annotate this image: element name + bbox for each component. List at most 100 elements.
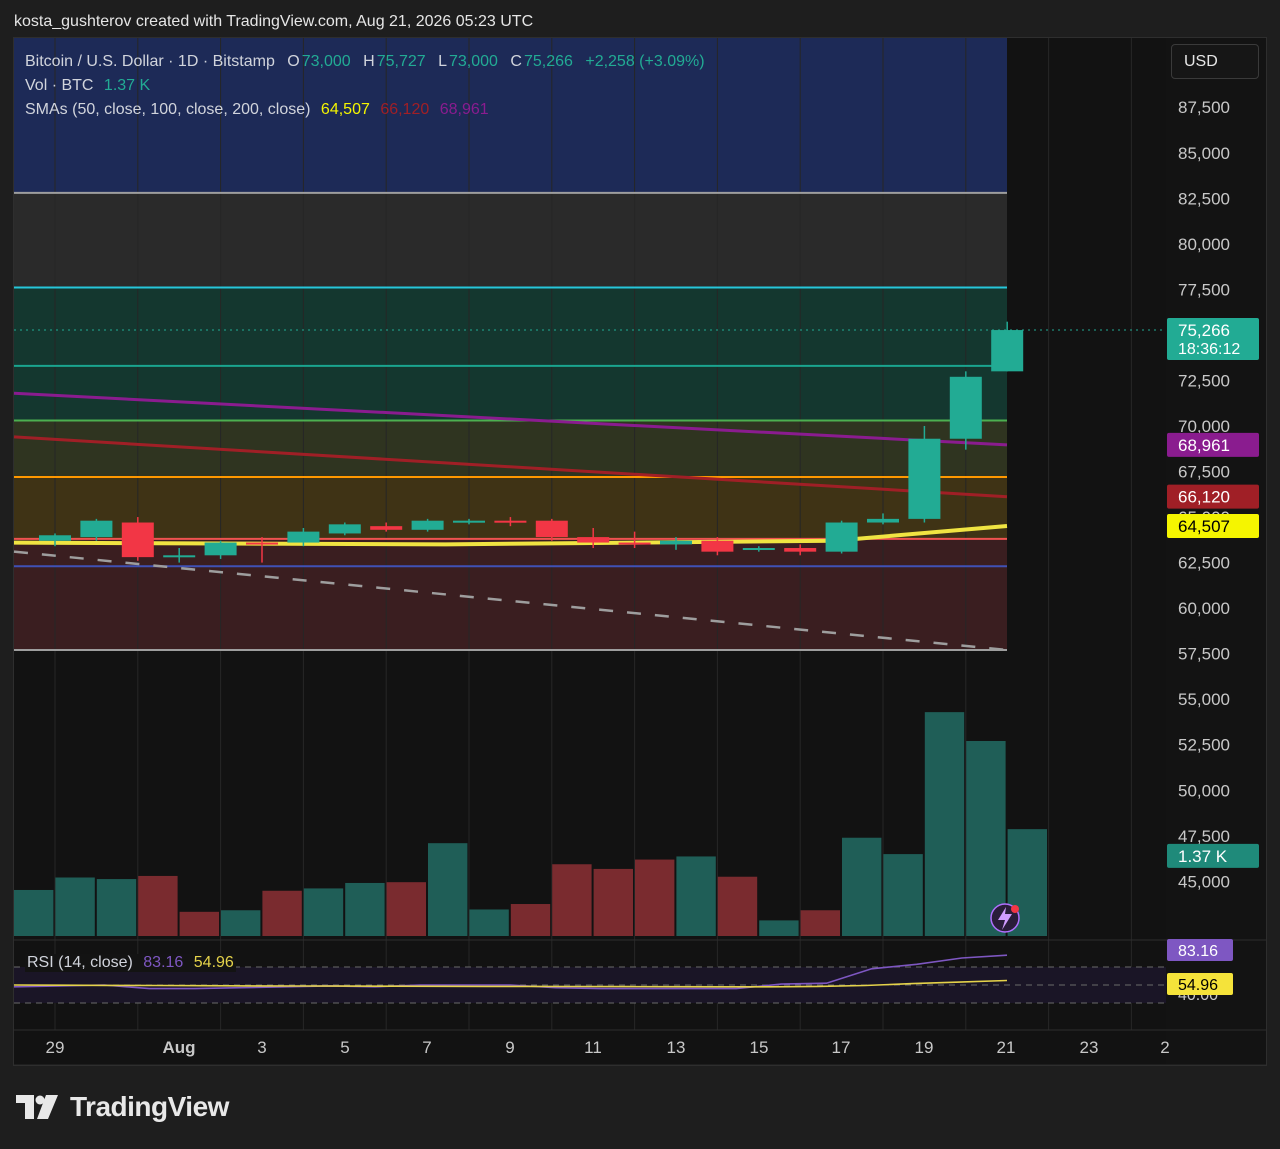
candle-body	[825, 522, 858, 552]
time-tick-label: 2	[1160, 1038, 1169, 1057]
time-tick-label: Aug	[162, 1038, 195, 1057]
price-zone	[14, 420, 1007, 477]
symbol-name: Bitcoin / U.S. Dollar · 1D · Bitstamp	[25, 53, 275, 70]
volume-bar	[800, 910, 840, 936]
candle-body	[494, 520, 527, 523]
volume-bar	[55, 877, 95, 936]
candle-body	[618, 542, 651, 545]
volume-bar	[262, 890, 302, 936]
close-label: C	[510, 53, 522, 70]
price-tick-label: 77,500	[1178, 280, 1230, 299]
volume-bar	[552, 864, 592, 936]
rsi-legend[interactable]: RSI (14, close) 83.16 54.96	[25, 954, 236, 972]
sma-label: SMAs (50, close, 100, close, 200, close)	[25, 101, 311, 118]
candle-body	[163, 555, 196, 558]
price-tick-label: 50,000	[1178, 781, 1230, 800]
time-tick-label: 19	[915, 1038, 934, 1057]
countdown-label: 18:36:12	[1178, 341, 1240, 358]
price-chart[interactable]: 90,00087,50085,00082,50080,00077,50072,5…	[0, 0, 1280, 1149]
time-tick-label: 13	[667, 1038, 686, 1057]
volume-bar	[469, 909, 509, 936]
candle-body	[246, 542, 278, 545]
volume-bar	[138, 875, 178, 936]
time-tick-label: 23	[1080, 1038, 1099, 1057]
volume-bar	[593, 868, 633, 936]
time-tick-label: 5	[340, 1038, 349, 1057]
volume-bar	[883, 854, 923, 936]
high-label: H	[363, 53, 375, 70]
volume-bar	[717, 876, 758, 936]
sma200-value: 68,961	[439, 101, 489, 118]
volume-label: Vol · BTC	[25, 77, 94, 94]
time-tick-label: 17	[832, 1038, 851, 1057]
price-badge-label: 64,507	[1178, 517, 1230, 536]
volume-bar	[221, 910, 261, 936]
volume-bar	[510, 904, 551, 936]
time-tick-label: 11	[584, 1038, 602, 1057]
symbol-legend[interactable]: Bitcoin / U.S. Dollar · 1D · Bitstamp O 7…	[25, 53, 705, 71]
price-badge-label: 75,266	[1178, 321, 1230, 340]
candle-body	[39, 535, 71, 541]
price-tick-label: 87,500	[1178, 98, 1230, 117]
candle-body	[535, 520, 568, 538]
candle	[411, 518, 444, 532]
time-tick-label: 15	[750, 1038, 769, 1057]
candle	[825, 520, 858, 554]
price-zone	[14, 192, 1007, 288]
high-value: 75,727	[376, 53, 426, 70]
price-tick-label: 85,000	[1178, 144, 1230, 163]
price-tick-label: 47,500	[1178, 827, 1230, 846]
volume-bar	[676, 856, 716, 936]
low-label: L	[438, 53, 447, 70]
candle-body	[370, 526, 403, 530]
candle-body	[121, 522, 154, 558]
candle-body	[411, 520, 444, 530]
price-tick-label: 62,500	[1178, 554, 1230, 573]
change-value: +2,258 (+3.09%)	[585, 53, 705, 70]
volume-bar	[14, 889, 54, 936]
price-tick-label: 45,000	[1178, 872, 1230, 891]
volume-bar	[386, 882, 426, 936]
volume-bar	[345, 882, 385, 936]
candle-body	[991, 330, 1024, 372]
rsi-value: 83.16	[143, 954, 184, 971]
candle	[328, 522, 361, 536]
price-tick-label: 55,000	[1178, 690, 1230, 709]
currency-button[interactable]: USD	[1171, 44, 1259, 79]
candle-body	[784, 548, 817, 552]
time-tick-label: 29	[46, 1038, 65, 1057]
candle	[908, 425, 941, 523]
sma100-value: 66,120	[380, 101, 430, 118]
candle-body	[577, 537, 610, 543]
volume-value: 1.37 K	[103, 77, 151, 94]
rsi-badge-label: 54.96	[1178, 977, 1218, 994]
sma-legend[interactable]: SMAs (50, close, 100, close, 200, close)…	[25, 101, 489, 119]
volume-bar	[303, 888, 344, 936]
volume-legend[interactable]: Vol · BTC 1.37 K	[25, 77, 150, 95]
price-tick-label: 57,500	[1178, 645, 1230, 664]
close-value: 75,266	[523, 53, 573, 70]
rsi-ma-value: 54.96	[193, 954, 234, 971]
candle-body	[80, 520, 113, 538]
rsi-label: RSI (14, close)	[27, 954, 133, 971]
candle-body	[908, 438, 941, 519]
time-tick-label: 21	[997, 1038, 1016, 1057]
candle-body	[328, 524, 361, 534]
price-tick-label: 72,500	[1178, 371, 1230, 390]
candle-body	[204, 542, 237, 556]
volume-bar	[635, 859, 675, 936]
volume-bar	[842, 837, 882, 936]
tradingview-wordmark: TradingView	[70, 1091, 229, 1122]
tradingview-logo[interactable]: TradingView	[16, 1090, 229, 1124]
time-tick-label: 9	[505, 1038, 514, 1057]
low-value: 73,000	[449, 53, 498, 70]
price-badge-label: 66,120	[1178, 488, 1230, 507]
tradingview-logo-icon	[16, 1095, 58, 1119]
price-badge-label: 68,961	[1178, 436, 1230, 455]
candle-body	[701, 540, 734, 552]
price-tick-label: 67,500	[1178, 463, 1230, 482]
price-tick-label: 60,000	[1178, 599, 1230, 618]
price-tick-label: 82,500	[1178, 189, 1230, 208]
open-label: O	[287, 53, 300, 70]
volume-bar	[924, 712, 965, 936]
